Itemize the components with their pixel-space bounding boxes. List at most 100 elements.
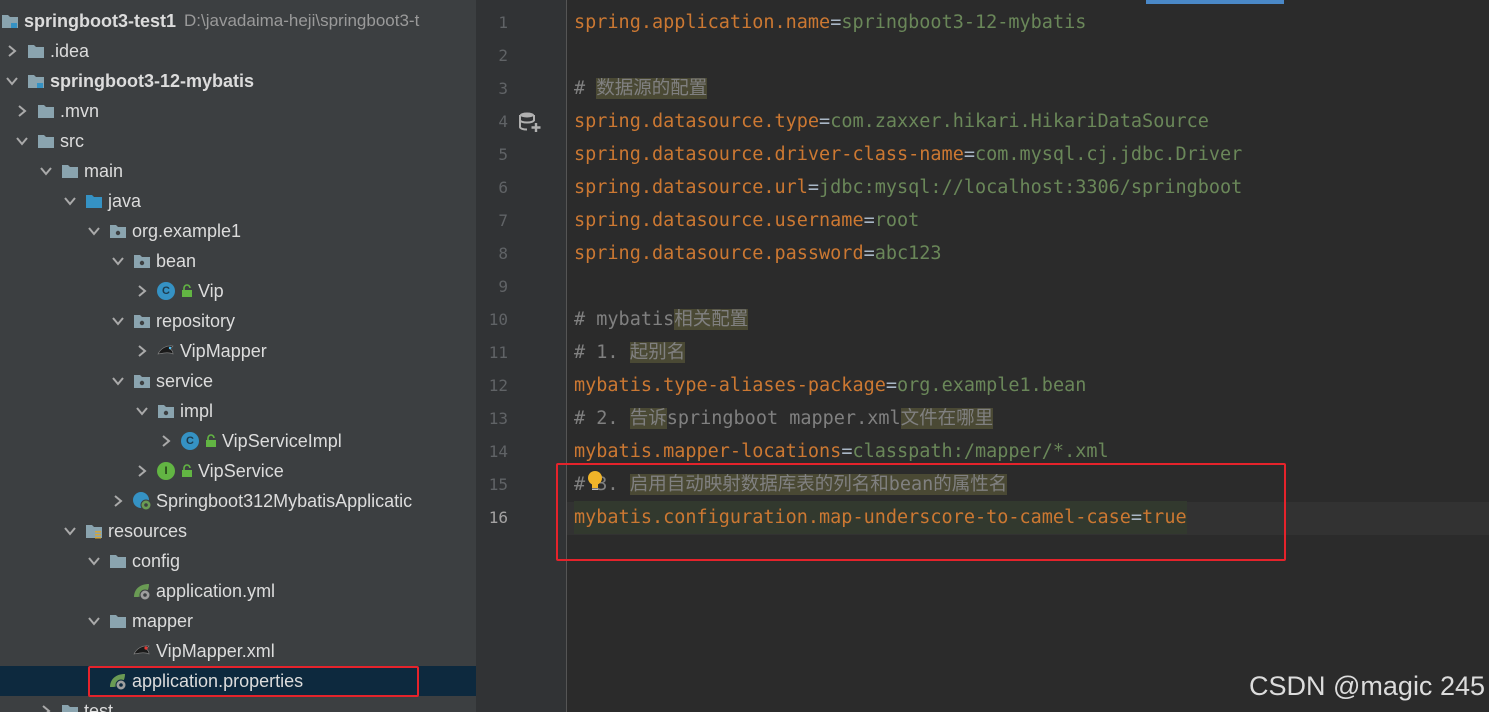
- chevron-right-icon[interactable]: [110, 486, 126, 516]
- comment-text: 告诉: [629, 408, 667, 429]
- code-line-6[interactable]: spring.datasource.url=jdbc:mysql://local…: [574, 171, 1242, 204]
- root-project-path: D:\javadaima-heji\springboot3-t: [184, 11, 420, 30]
- equals-sign: =: [863, 243, 875, 264]
- tree-item-repository[interactable]: repository: [0, 306, 476, 336]
- tree-item-main[interactable]: main: [0, 156, 476, 186]
- chevron-right-icon[interactable]: [158, 426, 174, 456]
- tree-item-org-example1[interactable]: org.example1: [0, 216, 476, 246]
- chevron-right-icon[interactable]: [134, 336, 150, 366]
- code-line-10[interactable]: # mybatis相关配置: [574, 303, 749, 336]
- tree-item-mapper[interactable]: mapper: [0, 606, 476, 636]
- source-folder-icon: [84, 191, 104, 211]
- chevron-down-icon[interactable]: [14, 126, 30, 156]
- package-icon: [156, 401, 176, 421]
- project-tree: springboot3-test1 D:\javadaima-heji\spri…: [0, 0, 476, 712]
- mybatis-xml-icon: [132, 641, 152, 661]
- tree-item-label: config: [132, 550, 181, 571]
- tree-item-label: java: [108, 190, 142, 211]
- code-line-3[interactable]: # 数据源的配置: [574, 72, 708, 105]
- folder-icon: [26, 41, 46, 61]
- property-value: com.zaxxer.hikari.HikariDataSource: [830, 111, 1209, 132]
- line-number: 1: [498, 13, 508, 32]
- tree-item-vipservice[interactable]: I VipService: [0, 456, 476, 486]
- tree-item-idea[interactable]: .idea: [0, 36, 476, 66]
- class-badge: C: [181, 432, 199, 450]
- database-add-icon[interactable]: [518, 110, 542, 134]
- chevron-down-icon[interactable]: [110, 306, 126, 336]
- code-line-12[interactable]: mybatis.type-aliases-package=org.example…: [574, 369, 1086, 402]
- code-line-1[interactable]: spring.application.name=springboot3-12-m…: [574, 6, 1086, 39]
- property-key: spring.datasource.username: [574, 210, 864, 231]
- root-project-name: springboot3-test1: [24, 10, 177, 31]
- highlight-box-code: [556, 463, 1286, 561]
- equals-sign: =: [963, 144, 975, 165]
- tree-item-vip[interactable]: C Vip: [0, 276, 476, 306]
- tree-item-application-class[interactable]: Springboot312MybatisApplicatic: [0, 486, 476, 516]
- tree-item-label: repository: [156, 310, 236, 331]
- tree-item-test[interactable]: test: [0, 696, 476, 712]
- chevron-down-icon[interactable]: [4, 66, 20, 96]
- code-line-7[interactable]: spring.datasource.username=root: [574, 204, 919, 237]
- tree-item-java[interactable]: java: [0, 186, 476, 216]
- tree-item-application-yml[interactable]: application.yml: [0, 576, 476, 606]
- property-key: mybatis.mapper-locations: [574, 441, 842, 462]
- tree-root-row[interactable]: springboot3-test1 D:\javadaima-heji\spri…: [0, 6, 476, 36]
- tree-item-label: Springboot312MybatisApplicatic: [156, 490, 413, 511]
- property-key: spring.application.name: [574, 12, 831, 33]
- folder-icon: [108, 611, 128, 631]
- code-line-8[interactable]: spring.datasource.password=abc123: [574, 237, 942, 270]
- chevron-right-icon[interactable]: [134, 276, 150, 306]
- code-line-4[interactable]: spring.datasource.type=com.zaxxer.hikari…: [574, 105, 1209, 138]
- code-line-5[interactable]: spring.datasource.driver-class-name=com.…: [574, 138, 1242, 171]
- chevron-down-icon[interactable]: [62, 516, 78, 546]
- equals-sign: =: [830, 12, 842, 33]
- chevron-down-icon[interactable]: [134, 396, 150, 426]
- chevron-right-icon[interactable]: [134, 456, 150, 486]
- chevron-down-icon[interactable]: [110, 246, 126, 276]
- code-line-11[interactable]: # 1. 起别名: [574, 336, 686, 369]
- comment-prefix: #: [574, 78, 597, 99]
- code-editor[interactable]: 1 2 3 4 5 6 7 8 9 10 11 12 13 14 15 16 s…: [476, 0, 1489, 712]
- tree-item-vipmapper[interactable]: VipMapper: [0, 336, 476, 366]
- chevron-right-icon[interactable]: [4, 36, 20, 66]
- tree-item-label: impl: [180, 400, 214, 421]
- tree-item-src[interactable]: src: [0, 126, 476, 156]
- mybatis-bird-icon: [156, 341, 176, 361]
- line-number: 13: [488, 409, 508, 428]
- interface-icon: I: [156, 461, 176, 481]
- tree-item-vipmapper-xml[interactable]: VipMapper.xml: [0, 636, 476, 666]
- tree-item-vipserviceimpl[interactable]: C VipServiceImpl: [0, 426, 476, 456]
- tree-item-config[interactable]: config: [0, 546, 476, 576]
- comment-text: 相关配置: [674, 309, 749, 330]
- tree-item-service[interactable]: service: [0, 366, 476, 396]
- chevron-right-icon[interactable]: [14, 96, 30, 126]
- line-number: 10: [488, 310, 508, 329]
- chevron-down-icon[interactable]: [110, 366, 126, 396]
- lock-open-icon: [204, 431, 218, 451]
- tree-item-label: mapper: [132, 610, 194, 631]
- property-value: root: [874, 210, 920, 231]
- chevron-down-icon[interactable]: [86, 606, 102, 636]
- tree-item-label: org.example1: [132, 220, 242, 241]
- tree-item-bean[interactable]: bean: [0, 246, 476, 276]
- comment-text: 起别名: [629, 342, 686, 363]
- comment-text-ascii: springboot mapper.xml: [666, 408, 901, 429]
- line-number: 6: [498, 178, 508, 197]
- tree-item-resources[interactable]: resources: [0, 516, 476, 546]
- code-line-13[interactable]: # 2. 告诉springboot mapper.xml文件在哪里: [574, 402, 994, 435]
- tree-item-label: VipMapper: [180, 340, 267, 361]
- chevron-down-icon[interactable]: [86, 546, 102, 576]
- folder-icon: [60, 161, 80, 181]
- tree-item-label: bean: [156, 250, 197, 271]
- chevron-right-icon[interactable]: [38, 696, 54, 712]
- chevron-down-icon[interactable]: [86, 216, 102, 246]
- chevron-down-icon[interactable]: [38, 156, 54, 186]
- tree-item-mvn[interactable]: .mvn: [0, 96, 476, 126]
- line-number: 7: [498, 211, 508, 230]
- equals-sign: =: [819, 111, 831, 132]
- tree-item-label: VipServiceImpl: [222, 430, 342, 451]
- property-value: springboot3-12-mybatis: [841, 12, 1087, 33]
- chevron-down-icon[interactable]: [62, 186, 78, 216]
- tree-item-impl[interactable]: impl: [0, 396, 476, 426]
- tree-item-module[interactable]: springboot3-12-mybatis: [0, 66, 476, 96]
